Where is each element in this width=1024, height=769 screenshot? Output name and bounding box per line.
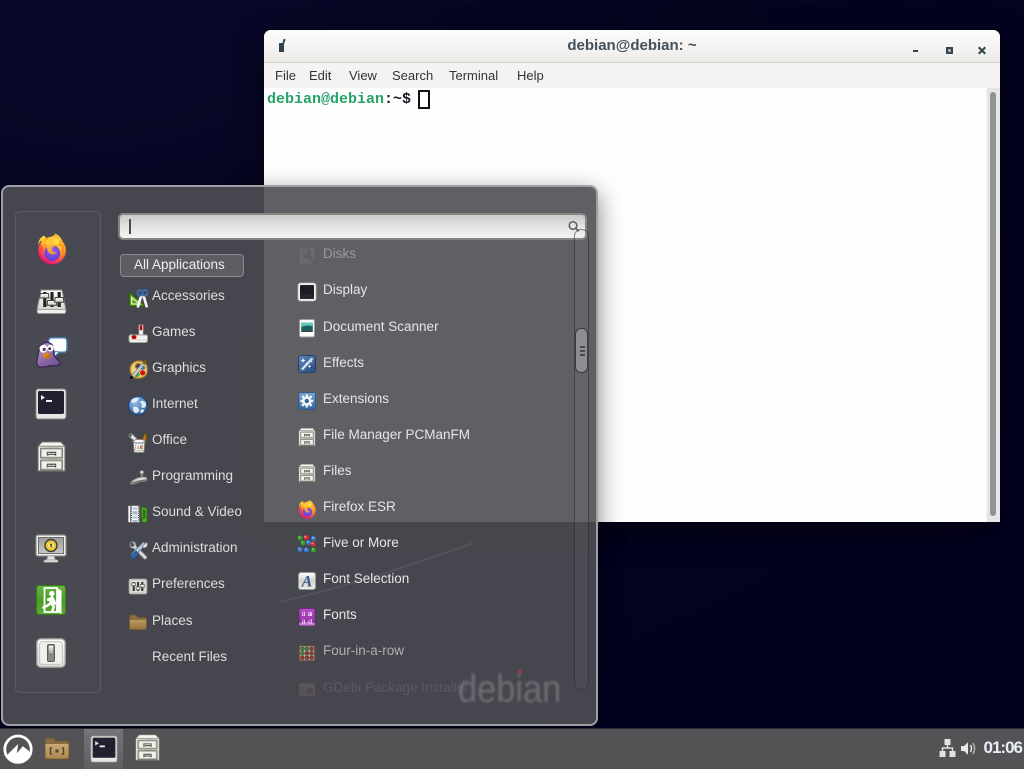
- svg-text:a: a: [308, 616, 312, 626]
- svg-text:A: A: [301, 574, 313, 591]
- svg-text:a: a: [302, 616, 306, 626]
